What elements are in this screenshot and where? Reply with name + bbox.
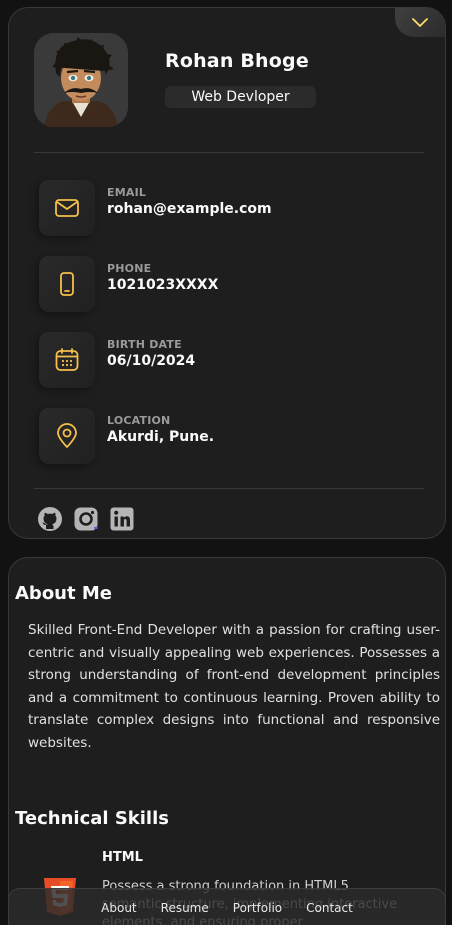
email-link[interactable]: rohan@example.com xyxy=(107,201,272,217)
contact-title: BIRTH DATE xyxy=(107,338,182,351)
contact-item-phone: PHONE 1021023XXXX xyxy=(39,256,419,312)
location-icon xyxy=(57,423,77,448)
calendar-icon xyxy=(55,348,79,371)
skills-title: Technical Skills xyxy=(15,808,169,829)
birth-date-value: 06/10/2024 xyxy=(107,353,196,369)
linkedin-link[interactable] xyxy=(109,506,135,532)
profile-name: Rohan Bhoge xyxy=(165,50,309,72)
about-title: About Me xyxy=(15,583,112,604)
focus-indicator xyxy=(94,527,98,529)
sidebar-card: Rohan Bhoge Web Devloper EMAIL rohan@exa… xyxy=(8,7,446,539)
navbar: About Resume Portfolio Contact xyxy=(8,888,446,925)
separator xyxy=(34,488,424,489)
contact-title: EMAIL xyxy=(107,186,147,199)
contact-icon-box xyxy=(39,256,95,312)
phone-icon xyxy=(60,272,74,296)
phone-link[interactable]: 1021023XXXX xyxy=(107,277,218,293)
contact-item-birthday: BIRTH DATE 06/10/2024 xyxy=(39,332,419,388)
nav-link-about[interactable]: About xyxy=(101,901,136,915)
mail-icon xyxy=(55,199,79,217)
contact-title: LOCATION xyxy=(107,414,171,427)
contact-title: PHONE xyxy=(107,262,152,275)
location-value: Akurdi, Pune. xyxy=(107,429,215,445)
about-text: Skilled Front-End Developer with a passi… xyxy=(28,622,440,751)
nav-link-portfolio[interactable]: Portfolio xyxy=(233,901,282,915)
nav-link-resume[interactable]: Resume xyxy=(161,901,209,915)
contact-icon-box xyxy=(39,180,95,236)
profile-title-badge: Web Devloper xyxy=(165,86,316,108)
github-icon xyxy=(38,507,62,531)
contact-icon-box xyxy=(39,332,95,388)
contact-icon-box xyxy=(39,408,95,464)
main-content-card: About Me Skilled Front-End Developer wit… xyxy=(8,557,446,925)
contact-item-location: LOCATION Akurdi, Pune. xyxy=(39,408,419,464)
chevron-down-icon xyxy=(412,17,428,27)
separator xyxy=(34,152,424,153)
nav-link-contact[interactable]: Contact xyxy=(306,901,353,915)
skill-name: HTML xyxy=(102,850,143,865)
github-link[interactable] xyxy=(37,506,63,532)
linkedin-icon xyxy=(110,507,134,531)
contact-item-email: EMAIL rohan@example.com xyxy=(39,180,419,236)
avatar xyxy=(34,33,128,127)
show-contacts-button[interactable] xyxy=(395,8,445,37)
